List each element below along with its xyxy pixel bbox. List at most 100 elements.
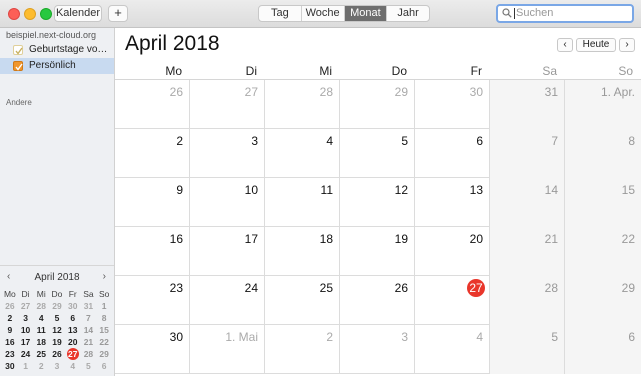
checkbox-birthdays[interactable]: [13, 45, 23, 55]
day-cell[interactable]: 22: [565, 227, 641, 276]
day-cell[interactable]: 30: [415, 80, 490, 129]
day-cell[interactable]: 18: [265, 227, 340, 276]
day-cell[interactable]: 5: [340, 129, 415, 178]
day-cell[interactable]: 1. Apr.: [565, 80, 641, 129]
day-cell[interactable]: 16: [115, 227, 190, 276]
mini-day[interactable]: 11: [33, 324, 49, 336]
mini-day[interactable]: 10: [18, 324, 34, 336]
mini-day[interactable]: 7: [81, 312, 97, 324]
mini-day[interactable]: 6: [65, 312, 81, 324]
day-cell[interactable]: 5: [490, 325, 565, 374]
mini-day[interactable]: 26: [49, 348, 65, 360]
day-cell[interactable]: 2: [115, 129, 190, 178]
mini-day[interactable]: 29: [49, 300, 65, 312]
maximize-window-button[interactable]: [40, 8, 52, 20]
day-cell[interactable]: 14: [490, 178, 565, 227]
minimize-window-button[interactable]: [24, 8, 36, 20]
calendar-item-personal[interactable]: Persönlich: [0, 58, 114, 74]
day-cell[interactable]: 8: [565, 129, 641, 178]
day-cell[interactable]: 3: [340, 325, 415, 374]
mini-day[interactable]: 15: [96, 324, 112, 336]
day-cell[interactable]: 2: [265, 325, 340, 374]
day-cell[interactable]: 27: [190, 80, 265, 129]
mini-day[interactable]: 3: [18, 312, 34, 324]
mini-day[interactable]: 3: [49, 360, 65, 372]
calendar-item-birthdays[interactable]: Geburtstage vo…: [0, 42, 114, 58]
mini-day[interactable]: 4: [65, 360, 81, 372]
mini-day[interactable]: 2: [2, 312, 18, 324]
day-cell[interactable]: 24: [190, 276, 265, 325]
mini-day[interactable]: 26: [2, 300, 18, 312]
mini-day[interactable]: 30: [65, 300, 81, 312]
day-cell[interactable]: 31: [490, 80, 565, 129]
tab-year[interactable]: Jahr: [387, 6, 429, 21]
day-cell[interactable]: 17: [190, 227, 265, 276]
day-cell[interactable]: 23: [115, 276, 190, 325]
mini-day[interactable]: 1: [96, 300, 112, 312]
day-cell[interactable]: 29: [340, 80, 415, 129]
day-cell[interactable]: 21: [490, 227, 565, 276]
mini-day[interactable]: 20: [65, 336, 81, 348]
checkbox-personal[interactable]: [13, 61, 23, 71]
mini-day[interactable]: 14: [81, 324, 97, 336]
mini-day[interactable]: 24: [18, 348, 34, 360]
day-cell[interactable]: 6: [415, 129, 490, 178]
day-cell[interactable]: 10: [190, 178, 265, 227]
mini-day[interactable]: 8: [96, 312, 112, 324]
day-cell[interactable]: 30: [115, 325, 190, 374]
mini-day[interactable]: 30: [2, 360, 18, 372]
day-cell[interactable]: 6: [565, 325, 641, 374]
tab-week[interactable]: Woche: [302, 6, 345, 21]
mini-day[interactable]: 6: [96, 360, 112, 372]
day-cell[interactable]: 15: [565, 178, 641, 227]
day-cell[interactable]: 20: [415, 227, 490, 276]
tab-month[interactable]: Monat: [344, 6, 388, 21]
mini-day[interactable]: 1: [18, 360, 34, 372]
today-button[interactable]: Heute: [576, 38, 616, 52]
day-cell[interactable]: 7: [490, 129, 565, 178]
mini-day[interactable]: 16: [2, 336, 18, 348]
mini-day[interactable]: 19: [49, 336, 65, 348]
mini-day[interactable]: 4: [33, 312, 49, 324]
mini-day[interactable]: 23: [2, 348, 18, 360]
day-cell[interactable]: 26: [115, 80, 190, 129]
mini-day[interactable]: 17: [18, 336, 34, 348]
day-cell[interactable]: 11: [265, 178, 340, 227]
day-cell[interactable]: 28: [490, 276, 565, 325]
close-window-button[interactable]: [8, 8, 20, 20]
calendars-button[interactable]: Kalender: [54, 5, 102, 22]
day-cell[interactable]: 1. Mai: [190, 325, 265, 374]
tab-day[interactable]: Tag: [259, 6, 302, 21]
day-cell[interactable]: 25: [265, 276, 340, 325]
day-cell[interactable]: 3: [190, 129, 265, 178]
mini-day[interactable]: 25: [33, 348, 49, 360]
mini-day[interactable]: 28: [81, 348, 97, 360]
mini-day[interactable]: 22: [96, 336, 112, 348]
search-input[interactable]: Suchen: [496, 4, 634, 23]
mini-next-month-button[interactable]: ›: [103, 271, 106, 282]
mini-day[interactable]: 2: [33, 360, 49, 372]
day-cell[interactable]: 28: [265, 80, 340, 129]
next-month-button[interactable]: ›: [619, 38, 635, 52]
mini-day[interactable]: 28: [33, 300, 49, 312]
mini-day[interactable]: 31: [81, 300, 97, 312]
day-cell[interactable]: 13: [415, 178, 490, 227]
prev-month-button[interactable]: ‹: [557, 38, 573, 52]
mini-day[interactable]: 9: [2, 324, 18, 336]
day-cell[interactable]: 4: [265, 129, 340, 178]
day-cell-today[interactable]: 27: [415, 276, 490, 325]
day-cell[interactable]: 4: [415, 325, 490, 374]
day-cell[interactable]: 12: [340, 178, 415, 227]
day-cell[interactable]: 19: [340, 227, 415, 276]
add-event-button[interactable]: +: [108, 5, 128, 22]
mini-day[interactable]: 21: [81, 336, 97, 348]
mini-day[interactable]: 18: [33, 336, 49, 348]
day-cell[interactable]: 26: [340, 276, 415, 325]
mini-day-today[interactable]: 27: [65, 348, 81, 360]
mini-day[interactable]: 5: [49, 312, 65, 324]
day-cell[interactable]: 9: [115, 178, 190, 227]
mini-day[interactable]: 5: [81, 360, 97, 372]
mini-day[interactable]: 29: [96, 348, 112, 360]
day-cell[interactable]: 29: [565, 276, 641, 325]
mini-day[interactable]: 13: [65, 324, 81, 336]
